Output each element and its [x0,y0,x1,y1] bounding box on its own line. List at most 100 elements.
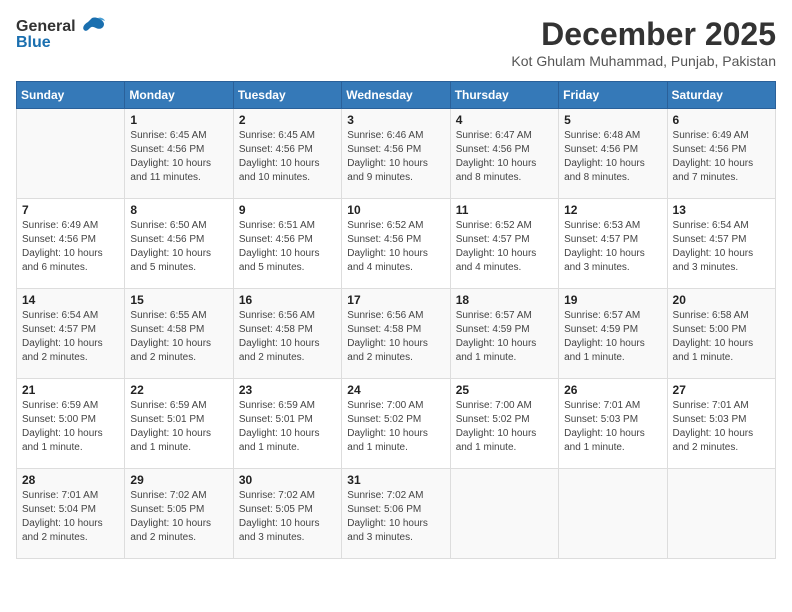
cell-info: Sunrise: 7:01 AM Sunset: 5:03 PM Dayligh… [564,399,661,455]
day-number: 30 [239,473,336,487]
calendar-cell: 17 Sunrise: 6:56 AM Sunset: 4:58 PM Dayli… [342,289,450,379]
day-number: 20 [673,293,770,307]
calendar-cell: 10 Sunrise: 6:52 AM Sunset: 4:56 PM Dayli… [342,199,450,289]
day-number: 28 [22,473,119,487]
cell-info: Sunrise: 6:48 AM Sunset: 4:56 PM Dayligh… [564,129,661,185]
calendar-cell: 18 Sunrise: 6:57 AM Sunset: 4:59 PM Dayli… [450,289,558,379]
header-row: SundayMondayTuesdayWednesdayThursdayFrid… [17,82,776,109]
header-cell-friday: Friday [559,82,667,109]
week-row-0: 1Sunrise: 6:45 AM Sunset: 4:56 PM Daylig… [17,109,776,199]
day-number: 8 [130,203,227,217]
calendar-cell: 15 Sunrise: 6:55 AM Sunset: 4:58 PM Dayli… [125,289,233,379]
cell-info: Sunrise: 6:45 AM Sunset: 4:56 PM Dayligh… [239,129,336,185]
calendar-cell: 14 Sunrise: 6:54 AM Sunset: 4:57 PM Dayli… [17,289,125,379]
cell-info: Sunrise: 6:52 AM Sunset: 4:57 PM Dayligh… [456,219,553,275]
cell-info: Sunrise: 7:02 AM Sunset: 5:05 PM Dayligh… [130,489,227,545]
cell-info: Sunrise: 6:56 AM Sunset: 4:58 PM Dayligh… [347,309,444,365]
calendar-cell: 8 Sunrise: 6:50 AM Sunset: 4:56 PM Daylig… [125,199,233,289]
calendar-cell [450,469,558,559]
cell-info: Sunrise: 7:02 AM Sunset: 5:06 PM Dayligh… [347,489,444,545]
calendar-cell: 22 Sunrise: 6:59 AM Sunset: 5:01 PM Dayli… [125,379,233,469]
calendar-table: SundayMondayTuesdayWednesdayThursdayFrid… [16,81,776,559]
week-row-2: 14 Sunrise: 6:54 AM Sunset: 4:57 PM Dayli… [17,289,776,379]
day-number: 4 [456,113,553,127]
cell-info: Sunrise: 6:55 AM Sunset: 4:58 PM Dayligh… [130,309,227,365]
cell-info: Sunrise: 6:57 AM Sunset: 4:59 PM Dayligh… [456,309,553,365]
header-cell-monday: Monday [125,82,233,109]
title-area: December 2025 Kot Ghulam Muhammad, Punja… [511,16,776,69]
calendar-body: 1Sunrise: 6:45 AM Sunset: 4:56 PM Daylig… [17,109,776,559]
cell-info: Sunrise: 6:59 AM Sunset: 5:01 PM Dayligh… [130,399,227,455]
cell-info: Sunrise: 7:00 AM Sunset: 5:02 PM Dayligh… [456,399,553,455]
day-number: 19 [564,293,661,307]
calendar-header: SundayMondayTuesdayWednesdayThursdayFrid… [17,82,776,109]
calendar-cell: 19 Sunrise: 6:57 AM Sunset: 4:59 PM Dayli… [559,289,667,379]
calendar-cell: 31 Sunrise: 7:02 AM Sunset: 5:06 PM Dayli… [342,469,450,559]
header-cell-saturday: Saturday [667,82,775,109]
cell-info: Sunrise: 6:59 AM Sunset: 5:01 PM Dayligh… [239,399,336,455]
calendar-cell: 23 Sunrise: 6:59 AM Sunset: 5:01 PM Dayli… [233,379,341,469]
day-number: 14 [22,293,119,307]
header-cell-sunday: Sunday [17,82,125,109]
day-number: 26 [564,383,661,397]
calendar-cell: 24Sunrise: 7:00 AM Sunset: 5:02 PM Dayli… [342,379,450,469]
day-number: 10 [347,203,444,217]
day-number: 7 [22,203,119,217]
week-row-3: 21Sunrise: 6:59 AM Sunset: 5:00 PM Dayli… [17,379,776,469]
calendar-cell: 27 Sunrise: 7:01 AM Sunset: 5:03 PM Dayli… [667,379,775,469]
day-number: 11 [456,203,553,217]
header-cell-thursday: Thursday [450,82,558,109]
cell-info: Sunrise: 6:54 AM Sunset: 4:57 PM Dayligh… [22,309,119,365]
calendar-cell: 20 Sunrise: 6:58 AM Sunset: 5:00 PM Dayli… [667,289,775,379]
cell-info: Sunrise: 6:56 AM Sunset: 4:58 PM Dayligh… [239,309,336,365]
day-number: 2 [239,113,336,127]
logo-bird-icon [78,16,106,38]
month-title: December 2025 [511,16,776,53]
cell-info: Sunrise: 6:50 AM Sunset: 4:56 PM Dayligh… [130,219,227,275]
day-number: 27 [673,383,770,397]
day-number: 24 [347,383,444,397]
calendar-cell: 6Sunrise: 6:49 AM Sunset: 4:56 PM Daylig… [667,109,775,199]
day-number: 5 [564,113,661,127]
cell-info: Sunrise: 7:01 AM Sunset: 5:04 PM Dayligh… [22,489,119,545]
calendar-cell [17,109,125,199]
cell-info: Sunrise: 6:53 AM Sunset: 4:57 PM Dayligh… [564,219,661,275]
cell-info: Sunrise: 6:45 AM Sunset: 4:56 PM Dayligh… [130,129,227,185]
day-number: 6 [673,113,770,127]
day-number: 18 [456,293,553,307]
calendar-cell: 12Sunrise: 6:53 AM Sunset: 4:57 PM Dayli… [559,199,667,289]
day-number: 9 [239,203,336,217]
day-number: 22 [130,383,227,397]
logo-blue-text: Blue [16,34,51,52]
day-number: 3 [347,113,444,127]
cell-info: Sunrise: 6:57 AM Sunset: 4:59 PM Dayligh… [564,309,661,365]
cell-info: Sunrise: 6:58 AM Sunset: 5:00 PM Dayligh… [673,309,770,365]
day-number: 16 [239,293,336,307]
day-number: 23 [239,383,336,397]
cell-info: Sunrise: 6:47 AM Sunset: 4:56 PM Dayligh… [456,129,553,185]
cell-info: Sunrise: 7:01 AM Sunset: 5:03 PM Dayligh… [673,399,770,455]
calendar-cell: 13Sunrise: 6:54 AM Sunset: 4:57 PM Dayli… [667,199,775,289]
header: General Blue December 2025 Kot Ghulam Mu… [16,16,776,69]
day-number: 25 [456,383,553,397]
calendar-cell [559,469,667,559]
calendar-cell: 16 Sunrise: 6:56 AM Sunset: 4:58 PM Dayli… [233,289,341,379]
cell-info: Sunrise: 6:59 AM Sunset: 5:00 PM Dayligh… [22,399,119,455]
calendar-cell: 3Sunrise: 6:46 AM Sunset: 4:56 PM Daylig… [342,109,450,199]
header-cell-wednesday: Wednesday [342,82,450,109]
day-number: 17 [347,293,444,307]
calendar-cell: 28 Sunrise: 7:01 AM Sunset: 5:04 PM Dayli… [17,469,125,559]
cell-info: Sunrise: 6:52 AM Sunset: 4:56 PM Dayligh… [347,219,444,275]
day-number: 15 [130,293,227,307]
calendar-cell: 1Sunrise: 6:45 AM Sunset: 4:56 PM Daylig… [125,109,233,199]
day-number: 31 [347,473,444,487]
cell-info: Sunrise: 6:54 AM Sunset: 4:57 PM Dayligh… [673,219,770,275]
calendar-cell: 4 Sunrise: 6:47 AM Sunset: 4:56 PM Daylig… [450,109,558,199]
calendar-cell: 2 Sunrise: 6:45 AM Sunset: 4:56 PM Daylig… [233,109,341,199]
calendar-cell [667,469,775,559]
calendar-cell: 7Sunrise: 6:49 AM Sunset: 4:56 PM Daylig… [17,199,125,289]
calendar-cell: 11 Sunrise: 6:52 AM Sunset: 4:57 PM Dayli… [450,199,558,289]
day-number: 29 [130,473,227,487]
logo: General Blue [16,16,106,52]
calendar-cell: 25 Sunrise: 7:00 AM Sunset: 5:02 PM Dayli… [450,379,558,469]
